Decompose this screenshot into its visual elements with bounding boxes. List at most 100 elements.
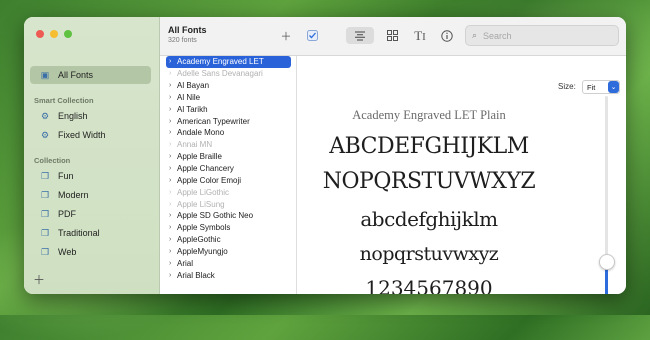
search-field[interactable]: ⌕ bbox=[465, 25, 619, 46]
sidebar-item-modern[interactable]: ❐ Modern bbox=[30, 186, 151, 204]
font-list-item[interactable]: › Apple Chancery bbox=[166, 163, 291, 175]
font-list-item-label: Al Tarikh bbox=[177, 104, 208, 114]
font-list-item-label: AppleGothic bbox=[177, 235, 221, 245]
search-input[interactable] bbox=[481, 29, 606, 42]
sidebar-item-fun[interactable]: ❐ Fun bbox=[30, 167, 151, 185]
disclosure-chevron-icon[interactable]: › bbox=[169, 189, 177, 196]
sidebar-item-english[interactable]: ⚙ English bbox=[30, 107, 151, 125]
sidebar-item-label: Web bbox=[58, 247, 77, 257]
disclosure-chevron-icon[interactable]: › bbox=[169, 118, 177, 125]
font-list-item[interactable]: › American Typewriter bbox=[166, 115, 291, 127]
add-font-button[interactable]: ＋ bbox=[278, 27, 294, 44]
add-collection-button[interactable]: ＋ bbox=[33, 271, 45, 288]
disclosure-chevron-icon[interactable]: › bbox=[169, 236, 177, 243]
disclosure-chevron-icon[interactable]: › bbox=[169, 201, 177, 208]
disclosure-chevron-icon[interactable]: › bbox=[169, 260, 177, 267]
disclosure-chevron-icon[interactable]: › bbox=[169, 272, 177, 279]
font-list-item[interactable]: › Adelle Sans Devanagari bbox=[166, 68, 291, 80]
custom-text-button[interactable]: TI bbox=[410, 27, 430, 44]
chevron-down-icon: ⌄ bbox=[608, 81, 619, 93]
font-preview-pane: Size: Fit ⌄ Academy Engraved LET Plain A… bbox=[297, 56, 626, 294]
minimize-window-button[interactable] bbox=[50, 30, 58, 38]
disclosure-chevron-icon[interactable]: › bbox=[169, 70, 177, 77]
checkbox-icon bbox=[306, 30, 318, 41]
font-list-item-label: Adelle Sans Devanagari bbox=[177, 69, 263, 79]
font-list-item[interactable]: › Apple Symbols bbox=[166, 222, 291, 234]
font-list-item[interactable]: › Apple Braille bbox=[166, 151, 291, 163]
font-list-item-label: American Typewriter bbox=[177, 116, 250, 126]
font-list-item[interactable]: › Arial bbox=[166, 257, 291, 269]
disclosure-chevron-icon[interactable]: › bbox=[169, 224, 177, 231]
gear-icon: ⚙ bbox=[40, 110, 50, 121]
font-list-item[interactable]: › Arial Black bbox=[166, 269, 291, 281]
info-button[interactable] bbox=[437, 27, 457, 44]
disclosure-chevron-icon[interactable]: › bbox=[169, 58, 177, 65]
font-list[interactable]: › Academy Engraved LET › Adelle Sans Devana… bbox=[160, 56, 297, 294]
font-list-item[interactable]: › AppleGothic bbox=[166, 234, 291, 246]
collection-icon: ❐ bbox=[40, 170, 50, 181]
sidebar-item-fixed-width[interactable]: ⚙ Fixed Width bbox=[30, 126, 151, 144]
disclosure-chevron-icon[interactable]: › bbox=[169, 212, 177, 219]
font-list-item-label: Apple SD Gothic Neo bbox=[177, 211, 254, 221]
font-list-item[interactable]: › AppleMyungjo bbox=[166, 246, 291, 258]
zoom-window-button[interactable] bbox=[64, 30, 72, 38]
text-size-icon: TI bbox=[414, 27, 426, 43]
sidebar-item-traditional[interactable]: ❐ Traditional bbox=[30, 224, 151, 242]
grid-view-button[interactable] bbox=[382, 27, 402, 44]
plus-icon: ＋ bbox=[280, 30, 292, 43]
size-select[interactable]: Fit ⌄ bbox=[582, 80, 620, 94]
sidebar-item-label: English bbox=[58, 111, 88, 121]
font-list-item-label: Apple Symbols bbox=[177, 223, 231, 233]
grid-icon bbox=[386, 30, 398, 41]
font-list-item[interactable]: › Andale Mono bbox=[166, 127, 291, 139]
preview-lowercase-line-2: nopqrstuvwxyz bbox=[359, 243, 499, 265]
font-list-item[interactable]: › Annai MN bbox=[166, 139, 291, 151]
fonts-library-icon: ▣ bbox=[40, 69, 50, 80]
sidebar-item-web[interactable]: ❐ Web bbox=[30, 243, 151, 261]
font-list-item-label: Apple Braille bbox=[177, 152, 222, 162]
font-list-item-label: Arial bbox=[177, 258, 194, 268]
disclosure-chevron-icon[interactable]: › bbox=[169, 141, 177, 148]
font-list-item-label: AppleMyungjo bbox=[177, 246, 228, 256]
window-controls bbox=[36, 30, 72, 38]
preview-uppercase-line-2: NOPQRSTUVWXYZ bbox=[322, 169, 536, 194]
font-list-item[interactable]: › Al Bayan bbox=[166, 80, 291, 92]
preview-font-title: Academy Engraved LET Plain bbox=[352, 108, 506, 122]
disclosure-chevron-icon[interactable]: › bbox=[169, 177, 177, 184]
font-list-item[interactable]: › Academy Engraved LET bbox=[166, 56, 291, 68]
font-list-item[interactable]: › Al Tarikh bbox=[166, 103, 291, 115]
disclosure-chevron-icon[interactable]: › bbox=[169, 106, 177, 113]
collection-icon: ❐ bbox=[40, 246, 50, 257]
smart-collection-header: Smart Collection bbox=[34, 96, 94, 105]
font-list-item-label: Apple Color Emoji bbox=[177, 175, 242, 185]
preview-uppercase-line-1: ABCDEFGHIJKLM bbox=[329, 134, 529, 159]
sidebar-item-label: Traditional bbox=[58, 228, 100, 238]
font-list-item-label: Arial Black bbox=[177, 270, 215, 280]
info-icon bbox=[441, 29, 453, 42]
disclosure-chevron-icon[interactable]: › bbox=[169, 94, 177, 101]
enable-font-button[interactable] bbox=[304, 27, 320, 44]
font-list-item[interactable]: › Apple LiGothic bbox=[166, 186, 291, 198]
sidebar-item-all-fonts[interactable]: ▣ All Fonts bbox=[30, 66, 151, 84]
disclosure-chevron-icon[interactable]: › bbox=[169, 82, 177, 89]
font-list-item[interactable]: › Apple Color Emoji bbox=[166, 174, 291, 186]
font-count: 320 fonts bbox=[168, 37, 197, 44]
sidebar-item-label: Fun bbox=[58, 171, 74, 181]
sidebar-item-label: All Fonts bbox=[58, 70, 94, 80]
size-select-value: Fit bbox=[587, 82, 596, 92]
close-window-button[interactable] bbox=[36, 30, 44, 38]
disclosure-chevron-icon[interactable]: › bbox=[169, 129, 177, 136]
disclosure-chevron-icon[interactable]: › bbox=[169, 153, 177, 160]
font-list-item[interactable]: › Al Nile bbox=[166, 92, 291, 104]
font-list-item[interactable]: › Apple LiSung bbox=[166, 198, 291, 210]
preview-size-slider-knob[interactable] bbox=[599, 254, 615, 270]
font-list-item-label: Annai MN bbox=[177, 140, 213, 150]
sample-view-button[interactable] bbox=[346, 27, 374, 44]
disclosure-chevron-icon[interactable]: › bbox=[169, 165, 177, 172]
collection-icon: ❐ bbox=[40, 208, 50, 219]
font-list-item[interactable]: › Apple SD Gothic Neo bbox=[166, 210, 291, 222]
font-list-item-label: Academy Engraved LET bbox=[177, 57, 264, 67]
size-label: Size: bbox=[558, 82, 576, 91]
sidebar-item-pdf[interactable]: ❐ PDF bbox=[30, 205, 151, 223]
disclosure-chevron-icon[interactable]: › bbox=[169, 248, 177, 255]
